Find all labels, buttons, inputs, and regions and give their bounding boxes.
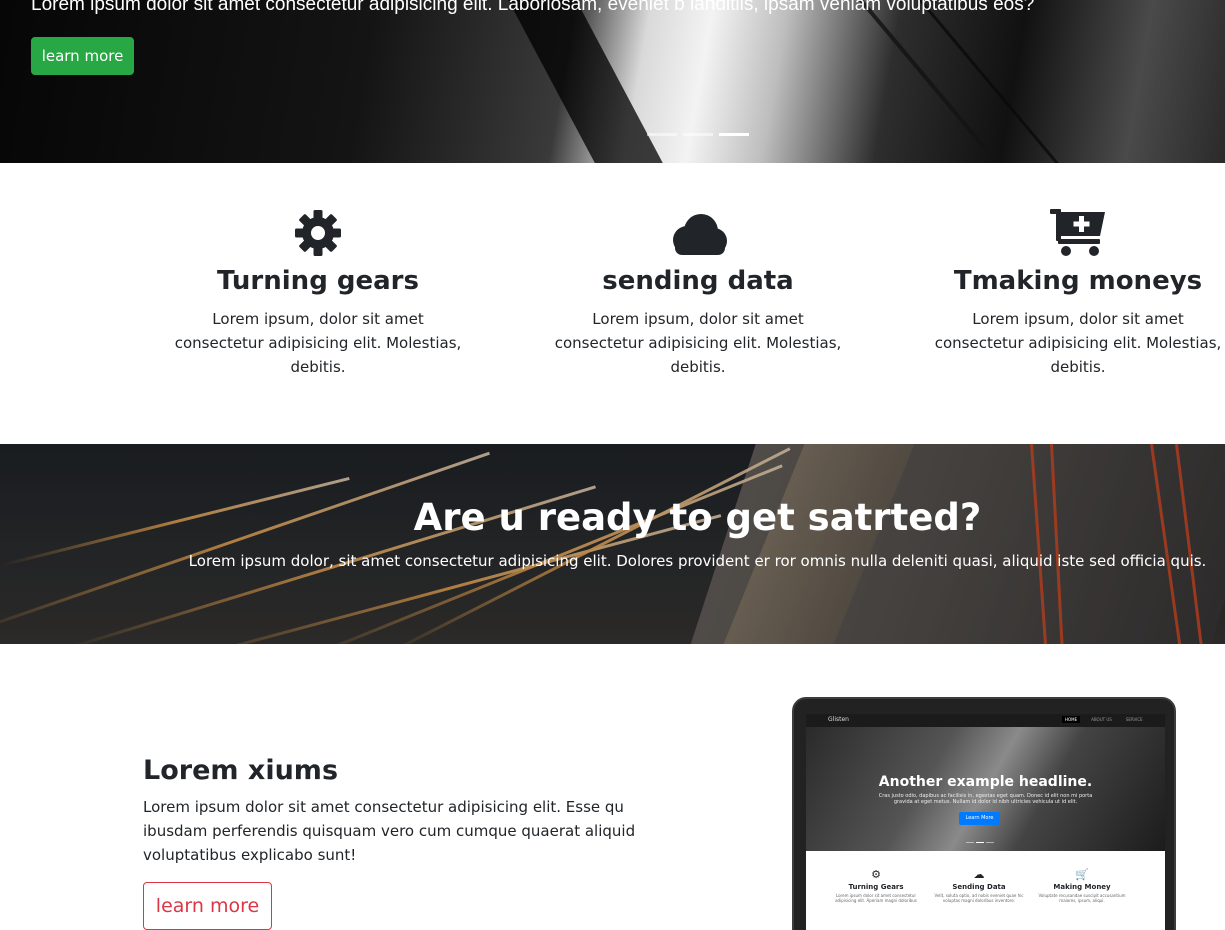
hero-caption-text: Lorem ipsum dolor sit amet consectetur a… xyxy=(31,0,1035,15)
feature-title: sending data xyxy=(602,266,794,296)
mini-feature-title: Turning Gears xyxy=(848,883,904,891)
cloud-icon xyxy=(673,214,727,255)
cart-plus-icon xyxy=(1050,209,1105,256)
carousel-indicator-1[interactable] xyxy=(647,133,677,136)
feature-text: Lorem ipsum, dolor sit amet consectetur … xyxy=(174,310,462,376)
feature-title: Turning gears xyxy=(217,266,419,296)
mini-hero-text: Cras justo odio, dapibus ac facilisis in… xyxy=(878,793,1093,805)
mini-carousel-indicators xyxy=(966,842,994,843)
mini-nav-about: ABOUT US xyxy=(1091,717,1112,722)
mini-hero: Another example headline. Cras justo odi… xyxy=(806,727,1165,851)
about-text: Lorem ipsum dolor sit amet consectetur a… xyxy=(143,798,636,864)
mini-cart-icon: 🛒 xyxy=(1075,868,1089,881)
mini-gear-icon: ⚙ xyxy=(871,868,881,881)
about-learn-more-button[interactable]: learn more xyxy=(143,882,272,930)
mini-learn-more-button: Learn More xyxy=(959,812,1000,825)
laptop-mockup-image: Glisten HOME ABOUT US SERVICE Another ex… xyxy=(792,697,1176,930)
mini-feature-title: Making Money xyxy=(1053,883,1111,891)
laptop-screen: Glisten HOME ABOUT US SERVICE Another ex… xyxy=(806,714,1165,930)
mini-feature-gears: ⚙ Turning Gears Lorem ipsum dolor sit am… xyxy=(826,868,926,904)
feature-sending-data: sending data Lorem ipsum, dolor sit amet… xyxy=(548,209,848,379)
hero-carousel: Lorem ipsum dolor sit amet consectetur a… xyxy=(0,0,1225,163)
mini-feature-text: Lorem ipsum dolor sit amet consectetur a… xyxy=(835,893,917,903)
mini-nav-service: SERVICE xyxy=(1125,717,1143,722)
feature-turning-gears: Turning gears Lorem ipsum, dolor sit ame… xyxy=(168,209,468,379)
carousel-indicator-2[interactable] xyxy=(683,133,713,136)
mini-feature-money: 🛒 Making Money Voluptate recusandae susc… xyxy=(1032,868,1132,904)
carousel-indicators xyxy=(647,133,749,136)
mini-nav-links: HOME ABOUT US SERVICE xyxy=(1062,716,1146,723)
banner-title: Are u ready to get satrted? xyxy=(413,496,982,539)
banner-text: Lorem ipsum dolor, sit amet consectetur … xyxy=(188,552,1207,570)
features-section: Turning gears Lorem ipsum, dolor sit ame… xyxy=(0,163,1225,444)
mini-cloud-icon: ☁ xyxy=(973,868,985,881)
about-title: Lorem xiums xyxy=(143,755,339,786)
mini-brand: Glisten xyxy=(828,716,849,723)
hero-learn-more-button[interactable]: learn more xyxy=(31,37,134,75)
feature-text: Lorem ipsum, dolor sit amet consectetur … xyxy=(554,310,842,376)
mini-nav-home: HOME xyxy=(1062,716,1081,723)
get-started-banner: Are u ready to get satrted? Lorem ipsum … xyxy=(0,444,1225,644)
feature-making-moneys: Tmaking moneys Lorem ipsum, dolor sit am… xyxy=(928,209,1225,379)
carousel-indicator-3[interactable] xyxy=(719,133,749,136)
mini-feature-data: ☁ Sending Data Velit, soluta optio, ad n… xyxy=(929,868,1029,904)
feature-title: Tmaking moneys xyxy=(953,266,1203,296)
mini-navbar: Glisten HOME ABOUT US SERVICE xyxy=(806,714,1165,727)
feature-text: Lorem ipsum, dolor sit amet consectetur … xyxy=(934,310,1222,376)
mini-feature-title: Sending Data xyxy=(952,883,1006,891)
mini-feature-text: Voluptate recusandae suscipit accusantiu… xyxy=(1038,893,1126,903)
gear-icon xyxy=(295,210,341,256)
mini-feature-text: Velit, soluta optio, ad nobis eveniet qu… xyxy=(934,893,1024,903)
mini-headline: Another example headline. xyxy=(878,774,1093,790)
